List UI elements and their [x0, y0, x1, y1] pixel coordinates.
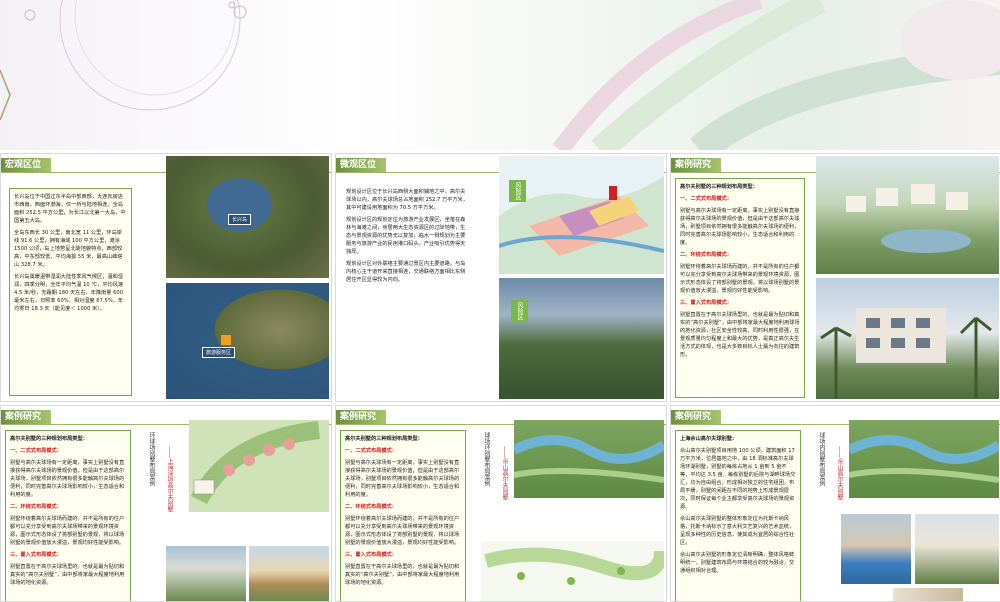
villa-photo-left	[166, 546, 246, 601]
vertical-caption: 球场内别墅布局案例	[818, 432, 825, 486]
section-text: 别墅环绕着高尔夫球场而建的，并不是所有的住户都可以充分享受到高尔夫球场带来的景观…	[680, 264, 800, 294]
micro-text-box: 规划设计区位于长兴岛西侧大面积辅地之中，高尔夫球场以内，高尔夫球场总占地面积 2…	[342, 184, 474, 394]
section-text: 别墅环绕着高尔夫球场而建的，并不是所有的住户都可以充分享受到高尔夫球场带来的景观…	[345, 516, 460, 546]
case-title: 上海佘山高尔夫球别墅：	[680, 436, 738, 442]
section-heading: 三、置入式布局模式：	[680, 300, 732, 306]
case-title: 高尔夫别墅的三种规划布局类型：	[680, 184, 758, 190]
case-text-box: 高尔夫别墅的三种规划布局类型： 一、二式式布局模式： 别墅与高尔夫球场有一定距离…	[675, 178, 805, 398]
sheet-tag: 微观区位	[336, 158, 387, 172]
planning-map: 风险区	[499, 156, 664, 274]
map-label: 旅游服务区	[202, 347, 236, 358]
case-paragraph: 佘山高尔夫球别墅的整体形象定位为托斯卡纳风格，托斯卡纳标示了意大利文艺复兴的艺术…	[680, 516, 795, 546]
pool-photo	[841, 514, 911, 584]
satellite-map-tourism: 旅游服务区	[166, 283, 329, 399]
map-label: 风险区	[511, 300, 528, 322]
sheet-macro-location: 宏观区位 长兴岛位于中国辽东半岛中部西部，大连瓦房店市西南，西面环渤海，仅一桥与…	[0, 153, 332, 402]
case-paragraph: 佘山高尔夫别墅的形象定位清晰明确，整体风格鲜明统一，别墅建筑布局与环境结合的较为…	[680, 552, 795, 574]
macro-paragraph: 长兴岛位于中国辽东半岛中部西部，大连瓦房店市西南，西面环渤海，仅一桥与陆地相连，…	[14, 194, 126, 224]
section-heading: 一、二式式布局模式：	[10, 448, 62, 454]
macro-paragraph: 长兴岛属暖温带湿润大陆性季风气候区，温和湿润，四季分明，全年平均气温 10 ℃，…	[14, 274, 124, 312]
case-text-box: 上海佘山高尔夫球别墅： 佘山高尔夫别墅项目用地 100 公顷，建筑面积 17 万…	[675, 430, 801, 601]
section-heading: 三、置入式布局模式：	[10, 552, 62, 558]
sheet-micro-location: 微观区位 规划设计区位于长兴岛西侧大面积辅地之中，高尔夫球场以内，高尔夫球场总占…	[335, 153, 667, 402]
banner-decoration	[0, 0, 1000, 150]
case-text-box: 高尔夫别墅的三种规划布局类型： 一、二式式布局模式： 别墅与高尔夫球场有一定距离…	[340, 430, 466, 601]
villa-photo	[816, 278, 999, 399]
vertical-caption: 球场环别墅布局案例	[483, 432, 490, 486]
golf-river-render	[514, 420, 664, 498]
section-text: 别墅与高尔夫球场有一定距离，事实上别墅没有直接获得高尔夫球场的景观价值，但是由于…	[680, 208, 800, 246]
vertical-subcaption: ——佘山高尔夫别墅	[501, 446, 508, 500]
sheet-tag: 案例研究	[671, 410, 722, 424]
micro-paragraph: 规划设计区位于长兴岛西侧大面积辅地之中，高尔夫球场以内，高尔夫球场总占地面积 2…	[346, 189, 468, 211]
section-heading: 一、二式式布局模式：	[680, 196, 732, 202]
vertical-subcaption: ——上海深圳高尔夫别墅	[166, 446, 173, 512]
sheet-case-study-4: 案例研究 上海佘山高尔夫球别墅： 佘山高尔夫别墅项目用地 100 公顷，建筑面积…	[670, 405, 1000, 602]
villa-garden-photo	[915, 514, 999, 584]
vertical-caption: 环球场别墅布局案例	[148, 432, 155, 486]
sheet-tag: 宏观区位	[1, 158, 52, 172]
sheet-case-study-2: 案例研究 高尔夫别墅的三种规划布局类型： 一、二式式布局模式： 别墅与高尔夫球场…	[0, 405, 332, 602]
case-title: 高尔夫别墅的三种规划布局类型：	[345, 436, 423, 442]
section-text: 别墅与高尔夫球场有一定距离，事实上别墅没有直接获得高尔夫球场的景观价值，但是由于…	[10, 460, 125, 498]
section-heading: 三、置入式布局模式：	[345, 552, 397, 558]
case-title: 高尔夫别墅的三种规划布局类型：	[10, 436, 88, 442]
sheet-tag: 案例研究	[336, 410, 387, 424]
sheet-tag: 案例研究	[1, 410, 52, 424]
section-text: 别墅直置在于高尔夫球场里的，也就是最为贴切和真实的“高尔夫别墅”，由中部将家最大…	[345, 564, 460, 586]
sheet-case-study-1: 案例研究 高尔夫别墅的三种规划布局类型： 一、二式式布局模式： 别墅与高尔夫球场…	[670, 153, 1000, 402]
map-label: 长兴岛	[228, 214, 252, 225]
section-heading: 二、环绕式布局模式：	[680, 252, 732, 258]
satellite-map-island: 长兴岛	[166, 156, 329, 278]
section-heading: 二、环绕式布局模式：	[345, 504, 397, 510]
top-banner	[0, 0, 1000, 150]
section-text: 别墅与高尔夫球场有一定距离，事实上别墅没有直接获得高尔夫球场的景观价值，但是由于…	[345, 460, 460, 498]
section-heading: 一、二式式布局模式：	[345, 448, 397, 454]
villa-render-aerial	[816, 156, 999, 274]
macro-text-box: 长兴岛位于中国辽东半岛中部西部，大连瓦房店市西南，西面环渤海，仅一桥与陆地相连，…	[9, 188, 132, 396]
micro-paragraph: 规划设计区对外联络主要通过景区内主要道路，与岛内核心主干道开来直接相连，交通联络…	[346, 261, 466, 283]
section-text: 别墅直置在于高尔夫球场里的，也就是最为贴切和真实的“高尔夫别墅”，由中部将家最大…	[680, 312, 800, 358]
section-text: 别墅环绕着高尔夫球场而建的，并不是所有的住户都可以充分享受到高尔夫球场带来的景观…	[10, 516, 125, 546]
micro-paragraph: 规划设计区的规划定位为旅游产业发展区，坐落在森林与海滩之间，身居两大生态资源区的…	[346, 217, 466, 255]
section-text: 别墅直置在于高尔夫球场里的，也就是最为贴切和真实的“高尔夫别墅”，由中部将家最大…	[10, 564, 125, 586]
case-text-box: 高尔夫别墅的三种规划布局类型： 一、二式式布局模式： 别墅与高尔夫球场有一定距离…	[5, 430, 131, 601]
section-heading: 二、环绕式布局模式：	[10, 504, 62, 510]
sheet-case-study-3: 案例研究 高尔夫别墅的三种规划布局类型： 一、二式式布局模式： 别墅与高尔夫球场…	[335, 405, 667, 602]
villa-thumbnail	[893, 588, 963, 601]
golf-course-plan	[481, 541, 664, 601]
macro-paragraph: 全岛东西长 30 公里，南北宽 11 公里，环岛岸线 91.6 公里，拥有海域 …	[14, 230, 123, 268]
map-label: 风险区	[509, 180, 526, 202]
aerial-render: 风险区	[499, 278, 664, 399]
case-paragraph: 佘山高尔夫别墅项目用地 100 公顷，建筑面积 17 万平方米，位居基地之中，由…	[680, 448, 796, 510]
site-plan	[189, 420, 329, 512]
sheet-tag: 案例研究	[671, 158, 722, 172]
villa-photo-right	[249, 546, 329, 601]
map-marker	[221, 335, 231, 345]
golf-river-render	[849, 420, 999, 498]
